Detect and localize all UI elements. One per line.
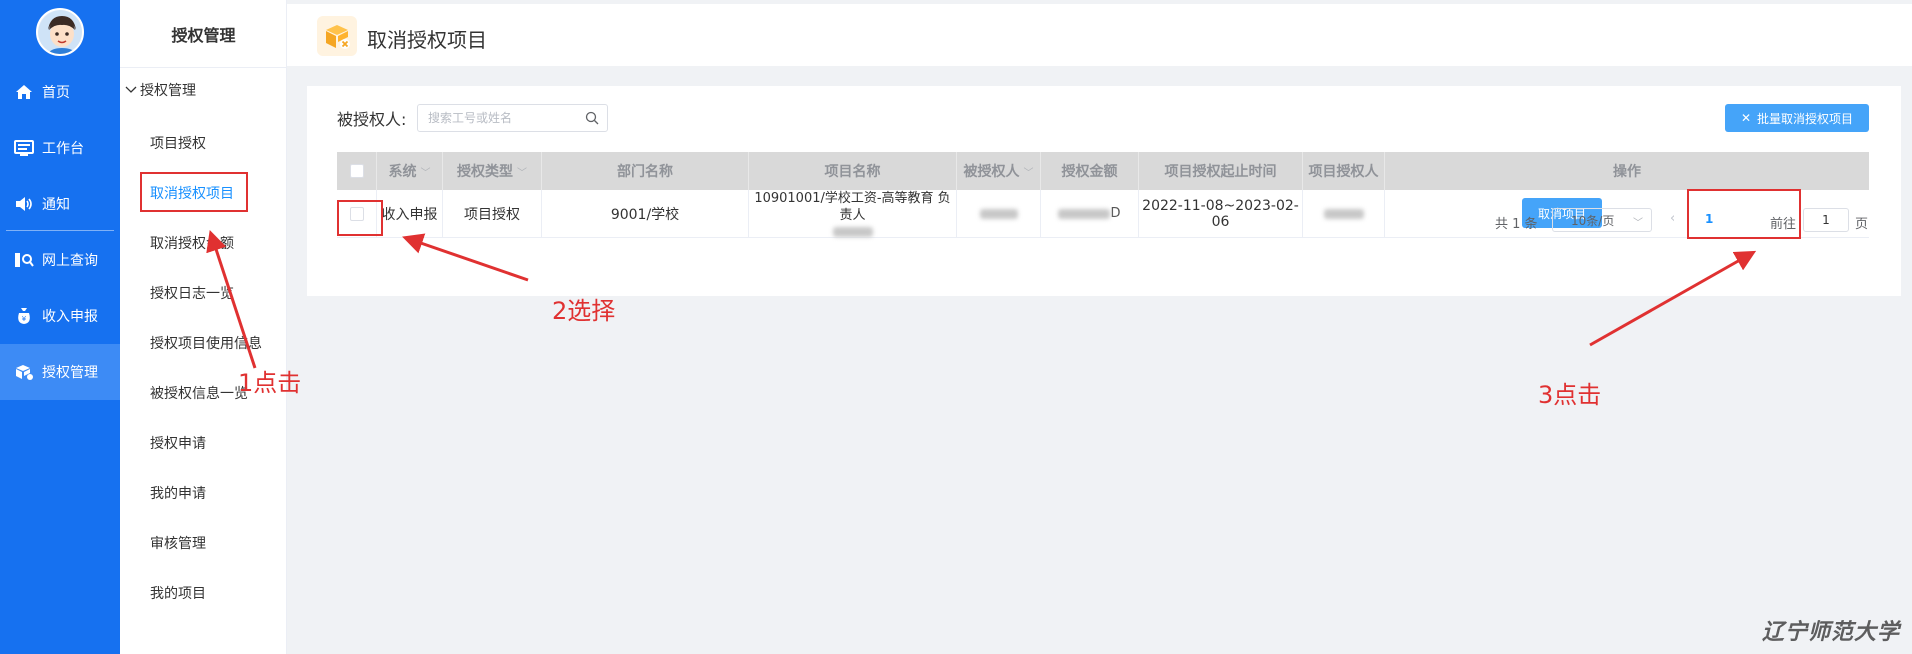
annotation-box-step1 [140, 172, 248, 212]
header-auth-type[interactable]: 授权类型 ﹀ [443, 152, 542, 190]
jump-page-input[interactable]: 1 [1803, 208, 1849, 232]
annotation-step1-label: 1点击 [238, 369, 302, 397]
search-field[interactable] [417, 104, 608, 132]
box-cancel-icon [317, 16, 357, 56]
page-size-select[interactable]: 10条/页 ﹀ [1552, 208, 1652, 232]
main-card: 被授权人: ✕ 批量取消授权项目 系统﹀ 授权类型﹀ 部门名称 项目名称 被授权… [307, 86, 1901, 296]
subnav-item-authorized-info[interactable]: 被授权信息一览 [150, 383, 248, 403]
subnav-item-cancel-amount[interactable]: 取消授权金额 [150, 233, 234, 253]
sub-nav: 授权管理 授权管理 项目授权 取消授权项目 取消授权金额 授权日志一览 授权项目… [120, 0, 287, 654]
filter-label: 被授权人: [337, 110, 407, 129]
subnav-item-auth-log[interactable]: 授权日志一览 [150, 283, 234, 303]
header-label: 被授权人 [963, 164, 1020, 180]
annotation-step2-label: 2选择 [552, 297, 616, 325]
total-count: 共 1 条 [1495, 217, 1538, 232]
home-icon [14, 82, 34, 102]
annotation-box-step2 [337, 200, 383, 236]
pagination: 共 1 条 10条/页 ﹀ ‹ 1 前往 1 页 [0, 205, 1912, 235]
search-input[interactable] [428, 109, 578, 127]
subnav-title: 授权管理 [120, 0, 287, 68]
page-unit-label: 页 [1855, 217, 1869, 232]
batch-cancel-label: 批量取消授权项目 [1757, 111, 1854, 126]
authorize-icon [14, 362, 34, 382]
select-all-checkbox[interactable] [349, 164, 364, 178]
header-grantee[interactable]: 被授权人 ﹀ [957, 152, 1041, 190]
subnav-item-auth-apply[interactable]: 授权申请 [150, 433, 206, 453]
nav-label: 工作台 [42, 141, 84, 157]
nav-label: 收入申报 [42, 309, 98, 325]
header-grantor: 项目授权人 [1303, 152, 1385, 190]
annotation-box-step3 [1687, 189, 1801, 239]
page-title: 取消授权项目 [367, 28, 487, 52]
caret-down-icon: ﹀ [420, 167, 431, 179]
annotation-step3-label: 3点击 [1538, 381, 1602, 409]
nav-label: 首页 [42, 85, 70, 101]
caret-down-icon: ﹀ [517, 167, 527, 179]
subnav-group-label: 授权管理 [140, 83, 196, 99]
subnav-item-review[interactable]: 审核管理 [150, 533, 206, 553]
watermark: 辽宁师范大学 [1762, 619, 1901, 645]
chevron-down-icon [125, 86, 137, 93]
batch-cancel-button[interactable]: ✕ 批量取消授权项目 [1725, 104, 1869, 132]
nav-item-income-report[interactable]: ¥ 收入申报 [0, 288, 120, 344]
subnav-item-my-apply[interactable]: 我的申请 [150, 483, 206, 503]
desktop-icon [14, 138, 34, 158]
page-size-value: 10条/页 [1571, 213, 1615, 228]
caret-down-icon: ﹀ [1023, 167, 1034, 179]
avatar-icon [38, 10, 82, 54]
subnav-item-my-projects[interactable]: 我的项目 [150, 583, 206, 603]
nav-item-home[interactable]: 首页 [0, 64, 120, 120]
money-bag-icon: ¥ [14, 306, 34, 326]
header-amount: 授权金额 [1041, 152, 1139, 190]
svg-text:¥: ¥ [22, 315, 27, 323]
nav-item-authorization[interactable]: 授权管理 [0, 344, 120, 400]
nav-item-workbench[interactable]: 工作台 [0, 120, 120, 176]
subnav-group-toggle[interactable]: 授权管理 [124, 80, 196, 100]
header-department: 部门名称 [542, 152, 749, 190]
header-label: 授权类型 [457, 164, 513, 180]
nav-label: 网上查询 [42, 253, 98, 269]
avatar[interactable] [36, 8, 84, 56]
header-system[interactable]: 系统 ﹀ [377, 152, 443, 190]
close-icon: ✕ [1740, 111, 1752, 125]
header-project-name: 项目名称 [749, 152, 957, 190]
search-icon[interactable] [585, 111, 599, 125]
header-label: 系统 [388, 164, 417, 180]
nav-item-online-query[interactable]: 网上查询 [0, 232, 120, 288]
prev-page-icon[interactable]: ‹ [1670, 211, 1675, 226]
table-header: 系统 ﹀ 授权类型 ﹀ 部门名称 项目名称 被授权人 ﹀ 授权金额 项目授权起止时间 … [337, 152, 1869, 190]
chevron-down-icon: ﹀ [1633, 218, 1643, 229]
main-nav: 首页 工作台 通知 网上查询 ¥ 收入申报 授权管理 [0, 0, 120, 654]
page-header: 取消授权项目 [287, 4, 1912, 66]
subnav-item-usage-info[interactable]: 授权项目使用信息 [150, 333, 262, 353]
header-period: 项目授权起止时间 [1139, 152, 1303, 190]
query-icon [14, 250, 34, 270]
header-select-all-cell [337, 152, 377, 190]
header-actions: 操作 [1613, 164, 1641, 180]
subnav-item-project-auth[interactable]: 项目授权 [150, 133, 206, 153]
nav-label: 授权管理 [42, 365, 98, 381]
